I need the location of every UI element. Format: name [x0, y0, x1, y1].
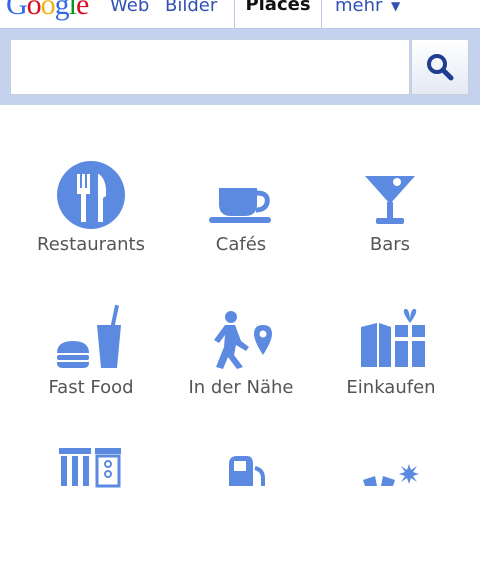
walking-pin-icon — [214, 311, 272, 369]
header: Google Web Bilder Places mehr ▼ — [0, 0, 480, 105]
nav-web-link[interactable]: Web — [110, 0, 149, 16]
search-bar — [0, 28, 480, 105]
category-label: In der Nähe — [188, 377, 294, 398]
cocktail-icon — [365, 176, 415, 224]
tab-places[interactable]: Places — [234, 0, 322, 28]
category-bars[interactable]: Bars — [315, 160, 465, 280]
fork-knife-icon — [57, 161, 125, 229]
category-bank[interactable] — [16, 446, 166, 566]
nav-more-link[interactable]: mehr — [335, 0, 382, 16]
category-cafes[interactable]: Cafés — [166, 160, 316, 280]
category-label: Bars — [369, 234, 411, 255]
bank-icon — [59, 448, 121, 488]
search-icon — [427, 54, 454, 81]
category-shopping[interactable]: Einkaufen — [316, 303, 466, 423]
category-label: Restaurants — [37, 234, 145, 255]
coffee-cup-icon — [209, 188, 271, 223]
category-nearby[interactable]: In der Nähe — [166, 303, 316, 423]
google-logo[interactable]: Google — [6, 0, 89, 22]
burger-drink-icon — [57, 304, 121, 368]
category-fast-food[interactable]: Fast Food — [16, 303, 166, 423]
search-input[interactable] — [10, 39, 410, 95]
category-restaurants[interactable]: Restaurants — [16, 160, 166, 280]
chevron-down-icon[interactable]: ▼ — [391, 0, 400, 13]
category-gas-station[interactable] — [166, 446, 316, 566]
shopping-icon — [361, 308, 425, 367]
nav-images-link[interactable]: Bilder — [165, 0, 217, 16]
category-label: Fast Food — [48, 377, 134, 398]
top-navigation: Google Web Bilder Places mehr ▼ — [0, 0, 480, 28]
category-label: Einkaufen — [346, 377, 436, 398]
search-button[interactable] — [411, 39, 469, 95]
category-label: Cafés — [215, 234, 267, 255]
category-more[interactable] — [316, 446, 466, 566]
sparkle-icon — [363, 464, 419, 486]
tab-places-label: Places — [245, 0, 311, 15]
gas-station-icon — [229, 456, 265, 486]
